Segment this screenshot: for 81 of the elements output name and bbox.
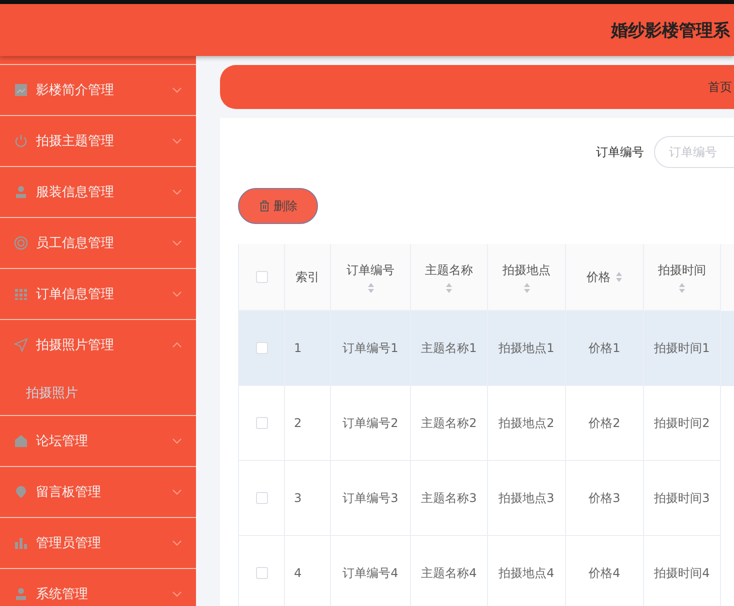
row-checkbox[interactable] [256, 417, 268, 429]
table-cell: 拍摄地点4 [498, 564, 554, 582]
sort-icon[interactable] [614, 272, 622, 282]
column-header: 拍摄时间 [658, 262, 706, 278]
table-cell: 拍摄时间1 [654, 340, 710, 356]
chevron-down-icon [172, 138, 182, 144]
row-checkbox[interactable] [256, 567, 268, 579]
table-cell: 订单编号1 [342, 340, 398, 356]
table-cell: 价格4 [588, 564, 620, 582]
table-row[interactable]: 3 订单编号3 主题名称3 拍摄地点3 价格3 拍摄时间3 [239, 461, 734, 536]
menu-label: 拍摄照片管理 [36, 337, 115, 354]
table-cell: 价格1 [588, 340, 620, 356]
table-cell: 订单编号2 [342, 414, 398, 432]
chevron-down-icon [172, 87, 182, 93]
chevron-down-icon [172, 591, 182, 597]
bars-icon [14, 536, 28, 550]
sort-icon[interactable] [445, 282, 453, 292]
search-label: 订单编号 [596, 144, 644, 160]
chevron-down-icon [172, 291, 182, 297]
table-cell: 3 [294, 491, 302, 505]
table-cell: 主题名称3 [421, 490, 477, 506]
app-title: 婚纱影楼管理系 [611, 20, 730, 42]
user-icon [14, 587, 28, 601]
chevron-down-icon [172, 489, 182, 495]
menu-label: 系统管理 [36, 586, 89, 603]
target-icon [14, 236, 28, 250]
send-icon [14, 338, 28, 352]
table-cell: 拍摄时间2 [654, 414, 710, 432]
table-cell: 主题名称1 [421, 340, 477, 356]
table-cell: 订单编号4 [342, 564, 398, 582]
column-header: 订单编号 [346, 262, 394, 278]
menu-label: 拍摄主题管理 [36, 133, 115, 150]
table-cell: 主题名称2 [421, 414, 477, 432]
sort-icon[interactable] [678, 282, 686, 292]
table-cell: 拍摄地点1 [498, 340, 554, 356]
table-cell: 拍摄地点3 [498, 490, 554, 506]
table-cell: 拍摄地点2 [498, 414, 554, 432]
table-cell: 1 [294, 341, 302, 355]
user-icon [14, 185, 28, 199]
column-header: 拍摄地点 [502, 262, 550, 278]
table-cell: 4 [294, 566, 302, 580]
sort-icon[interactable] [522, 282, 530, 292]
delete-button[interactable]: 删除 [238, 188, 318, 224]
menu-label: 影楼简介管理 [36, 82, 115, 99]
select-all-checkbox[interactable] [256, 271, 268, 283]
row-checkbox[interactable] [256, 492, 268, 504]
table-cell: 拍摄时间4 [654, 564, 710, 582]
table-row[interactable]: 4 订单编号4 主题名称4 拍摄地点4 价格4 拍摄时间4 [239, 536, 734, 606]
submenu-item[interactable]: 拍摄照片 [0, 370, 196, 415]
column-header: 索引 [296, 268, 320, 286]
column-header: 主题名称 [425, 262, 473, 278]
search-field[interactable]: 订单编号 [654, 136, 734, 168]
pin-icon [14, 485, 28, 499]
table-cell: 价格2 [588, 414, 620, 432]
house-icon [14, 434, 28, 448]
menu-label: 服装信息管理 [36, 184, 115, 201]
trash-icon [258, 200, 270, 212]
menu-label: 论坛管理 [36, 433, 89, 450]
menu-label: 留言板管理 [36, 484, 102, 501]
chevron-down-icon [172, 540, 182, 546]
grid-icon [14, 287, 28, 301]
chevron-up-icon [172, 342, 182, 348]
menu-label: 管理员管理 [36, 535, 102, 552]
chevron-down-icon [172, 189, 182, 195]
menu-label: 员工信息管理 [36, 235, 115, 252]
row-checkbox[interactable] [256, 342, 268, 354]
menu-label: 订单信息管理 [36, 286, 115, 303]
picture-icon [14, 83, 28, 97]
table-cell: 价格3 [588, 490, 620, 506]
table-cell: 主题名称4 [421, 564, 477, 582]
chevron-down-icon [172, 438, 182, 444]
sort-icon[interactable] [366, 282, 374, 292]
table-cell: 拍摄时间3 [654, 490, 710, 506]
column-header: 价格 [586, 268, 610, 286]
power-icon [14, 134, 28, 148]
table-row[interactable]: 2 订单编号2 主题名称2 拍摄地点2 价格2 拍摄时间2 [239, 386, 734, 461]
table-row[interactable]: 1 订单编号1 主题名称1 拍摄地点1 价格1 拍摄时间1 [239, 311, 734, 386]
chevron-down-icon [172, 240, 182, 246]
breadcrumb-link[interactable]: 首页 [708, 78, 732, 96]
table-cell: 2 [294, 416, 302, 430]
table-cell: 订单编号3 [342, 490, 398, 506]
